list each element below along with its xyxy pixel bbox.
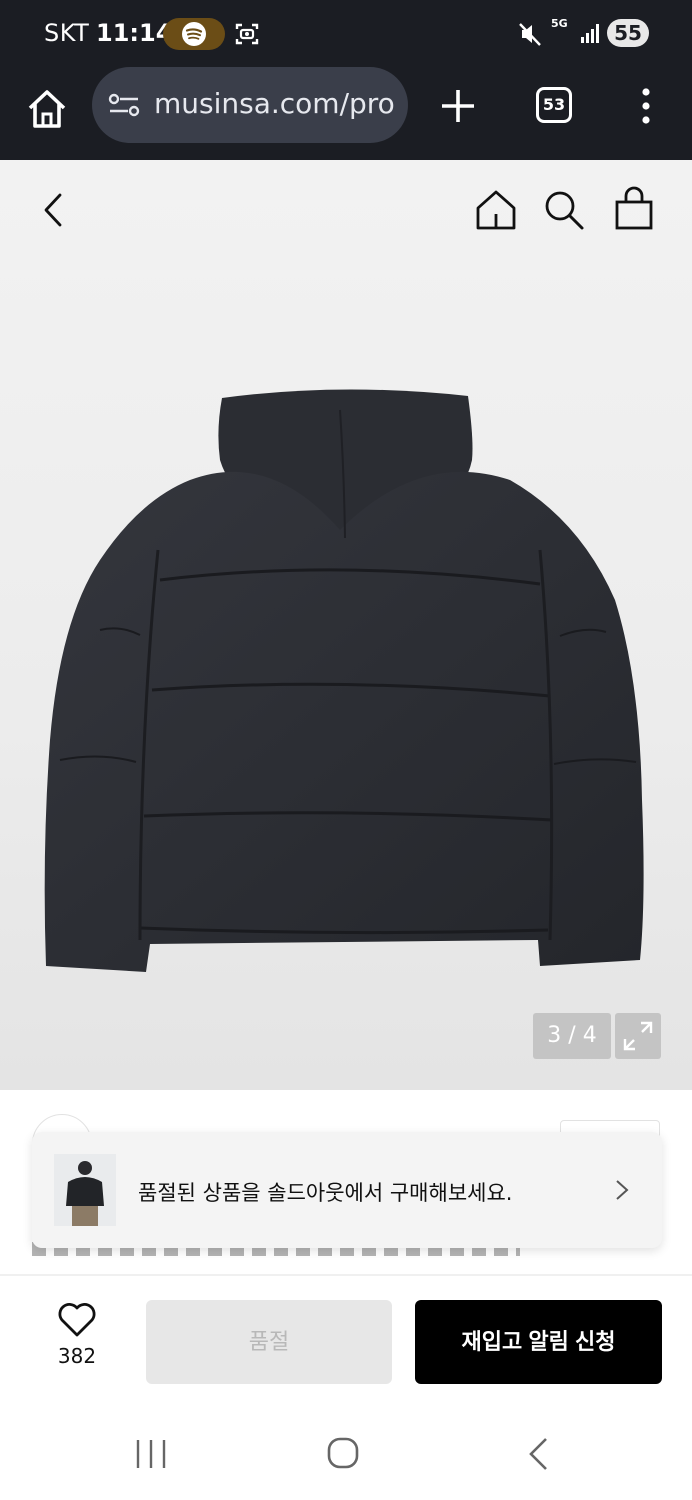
like-button[interactable]: 382: [44, 1302, 110, 1380]
soldout-button: 품절: [146, 1300, 392, 1384]
status-bar: SKT 11:14 5G 55: [0, 0, 692, 66]
network-type: 5G: [551, 17, 568, 30]
tab-switcher-button[interactable]: 53: [536, 87, 572, 123]
back-icon: [529, 1438, 547, 1470]
section-divider: [0, 1274, 692, 1276]
address-bar[interactable]: musinsa.com/pro: [92, 67, 408, 143]
spotify-icon: [182, 22, 206, 46]
product-photo: [44, 389, 644, 972]
product-image-carousel[interactable]: 3 / 4: [0, 160, 692, 1090]
image-counter: 3 / 4: [533, 1013, 611, 1059]
expand-icon: [623, 1021, 653, 1051]
expand-image-button[interactable]: [615, 1013, 661, 1059]
more-vert-icon: [642, 88, 650, 124]
recents-button[interactable]: [134, 1438, 168, 1470]
carrier-label: SKT: [44, 19, 90, 47]
home-icon: [476, 190, 516, 230]
signal-icon: [581, 24, 599, 43]
chevron-right-icon: [616, 1180, 629, 1200]
home-circle-icon: [327, 1437, 359, 1469]
home-icon: [28, 90, 66, 128]
browser-toolbar: musinsa.com/pro 53: [0, 66, 692, 226]
system-home-button[interactable]: [326, 1436, 360, 1470]
restock-alert-button[interactable]: 재입고 알림 신청: [415, 1300, 662, 1384]
shopping-bag-icon: [615, 186, 653, 230]
search-button[interactable]: [542, 188, 586, 232]
cart-button[interactable]: [612, 186, 656, 232]
site-home-button[interactable]: [474, 188, 518, 232]
plus-icon: [442, 90, 474, 122]
battery-level: 55: [607, 19, 649, 47]
model-thumbnail-image: [66, 1161, 104, 1226]
new-tab-button[interactable]: [438, 86, 478, 126]
product-thumbnail: [54, 1154, 116, 1226]
recents-icon: [136, 1440, 166, 1468]
bottom-action-bar: 382 품절 재입고 알림 신청: [0, 1278, 692, 1402]
mute-icon: [519, 23, 541, 46]
browser-menu-button[interactable]: [634, 86, 658, 126]
site-settings-icon[interactable]: [108, 93, 142, 117]
browser-home-button[interactable]: [24, 86, 70, 132]
back-arrow-icon: [44, 193, 62, 227]
screen-record-icon: [235, 23, 259, 45]
soldout-banner-text: 품절된 상품을 솔드아웃에서 구매해보세요.: [138, 1181, 513, 1205]
search-icon: [545, 191, 584, 230]
system-back-button[interactable]: [526, 1436, 550, 1472]
heart-icon: [58, 1303, 96, 1337]
back-button[interactable]: [36, 190, 72, 230]
url-text: musinsa.com/pro: [154, 87, 395, 120]
soldout-promo-banner[interactable]: 품절된 상품을 솔드아웃에서 구매해보세요.: [32, 1132, 662, 1248]
system-nav-bar: [0, 1402, 692, 1500]
spotify-indicator: [163, 18, 225, 50]
like-count: 382: [57, 1344, 97, 1368]
clock: 11:14: [96, 19, 173, 47]
